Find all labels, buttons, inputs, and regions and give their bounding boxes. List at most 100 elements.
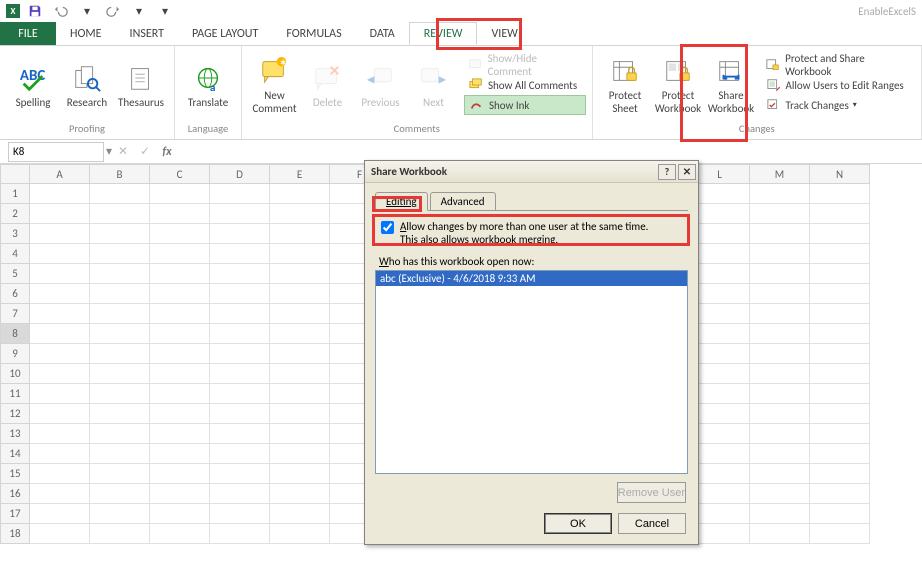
cell[interactable]: [30, 464, 90, 484]
cell[interactable]: [810, 284, 870, 304]
tab-page-layout[interactable]: PAGE LAYOUT: [178, 22, 272, 45]
col-header[interactable]: E: [270, 164, 330, 184]
tab-formulas[interactable]: FORMULAS: [272, 22, 355, 45]
cell[interactable]: [810, 184, 870, 204]
cell[interactable]: [270, 504, 330, 524]
cell[interactable]: [690, 244, 750, 264]
name-box[interactable]: [8, 142, 104, 162]
cell[interactable]: [30, 324, 90, 344]
cell[interactable]: [810, 524, 870, 544]
cell[interactable]: [150, 284, 210, 304]
redo-button[interactable]: [102, 2, 124, 20]
cell[interactable]: [690, 484, 750, 504]
cell[interactable]: [690, 384, 750, 404]
cell[interactable]: [150, 404, 210, 424]
cell[interactable]: [810, 384, 870, 404]
cell[interactable]: [210, 324, 270, 344]
cell[interactable]: [210, 384, 270, 404]
tab-review[interactable]: REVIEW: [409, 22, 478, 45]
cell[interactable]: [30, 284, 90, 304]
cell[interactable]: [150, 384, 210, 404]
cell[interactable]: [270, 264, 330, 284]
select-all-corner[interactable]: [0, 164, 30, 184]
cell[interactable]: [90, 264, 150, 284]
col-header[interactable]: N: [810, 164, 870, 184]
cell[interactable]: [270, 224, 330, 244]
cell[interactable]: [90, 384, 150, 404]
cell[interactable]: [750, 264, 810, 284]
ok-button[interactable]: OK: [544, 513, 612, 534]
cell[interactable]: [270, 244, 330, 264]
cell[interactable]: [210, 284, 270, 304]
cell[interactable]: [90, 284, 150, 304]
cell[interactable]: [210, 204, 270, 224]
cell[interactable]: [750, 504, 810, 524]
cell[interactable]: [270, 344, 330, 364]
cell[interactable]: [30, 524, 90, 544]
cell[interactable]: [810, 264, 870, 284]
cell[interactable]: [90, 424, 150, 444]
cell[interactable]: [810, 484, 870, 504]
fx-icon[interactable]: fx: [156, 145, 178, 159]
cell[interactable]: [90, 404, 150, 424]
col-header[interactable]: C: [150, 164, 210, 184]
allow-users-edit-ranges-button[interactable]: Allow Users to Edit Ranges: [762, 75, 915, 95]
row-header[interactable]: 8: [0, 324, 30, 344]
thesaurus-button[interactable]: Thesaurus: [114, 62, 168, 109]
research-button[interactable]: Research: [60, 62, 114, 109]
cell[interactable]: [750, 464, 810, 484]
cell[interactable]: [90, 444, 150, 464]
cell[interactable]: [690, 404, 750, 424]
cell[interactable]: [270, 184, 330, 204]
protect-share-workbook-button[interactable]: Protect and Share Workbook: [762, 55, 915, 75]
cell[interactable]: [210, 424, 270, 444]
cell[interactable]: [90, 184, 150, 204]
save-button[interactable]: [24, 2, 46, 20]
show-all-comments-button[interactable]: Show All Comments: [464, 75, 586, 95]
cell[interactable]: [270, 424, 330, 444]
cell[interactable]: [690, 284, 750, 304]
cell[interactable]: [210, 404, 270, 424]
cell[interactable]: [30, 244, 90, 264]
cell[interactable]: [210, 524, 270, 544]
tab-home[interactable]: HOME: [56, 22, 116, 45]
cell[interactable]: [150, 264, 210, 284]
cell[interactable]: [210, 464, 270, 484]
protect-sheet-button[interactable]: Protect Sheet: [599, 55, 652, 115]
cell[interactable]: [90, 204, 150, 224]
row-header[interactable]: 2: [0, 204, 30, 224]
cell[interactable]: [270, 464, 330, 484]
cell[interactable]: [210, 184, 270, 204]
cell[interactable]: [90, 244, 150, 264]
cell[interactable]: [810, 504, 870, 524]
cell[interactable]: [750, 324, 810, 344]
tab-insert[interactable]: INSERT: [116, 22, 178, 45]
cell[interactable]: [90, 484, 150, 504]
dialog-tab-advanced[interactable]: Advanced: [430, 192, 496, 210]
dialog-help-button[interactable]: ?: [658, 164, 676, 180]
cell[interactable]: [270, 524, 330, 544]
cell[interactable]: [270, 484, 330, 504]
cell[interactable]: [30, 204, 90, 224]
row-header[interactable]: 9: [0, 344, 30, 364]
col-header[interactable]: A: [30, 164, 90, 184]
cell[interactable]: [270, 304, 330, 324]
cell[interactable]: [90, 524, 150, 544]
translate-button[interactable]: a Translate: [181, 62, 235, 109]
cell[interactable]: [750, 284, 810, 304]
cell[interactable]: [150, 464, 210, 484]
cell[interactable]: [270, 444, 330, 464]
cell[interactable]: [750, 204, 810, 224]
allow-changes-checkbox[interactable]: [381, 221, 394, 234]
cell[interactable]: [30, 444, 90, 464]
row-header[interactable]: 1: [0, 184, 30, 204]
cell[interactable]: [150, 244, 210, 264]
share-workbook-button[interactable]: Share Workbook: [705, 55, 758, 115]
qat-customize[interactable]: ▾: [154, 2, 176, 20]
row-header[interactable]: 14: [0, 444, 30, 464]
cell[interactable]: [690, 524, 750, 544]
cell[interactable]: [750, 304, 810, 324]
cell[interactable]: [690, 424, 750, 444]
cell[interactable]: [750, 444, 810, 464]
cell[interactable]: [750, 184, 810, 204]
